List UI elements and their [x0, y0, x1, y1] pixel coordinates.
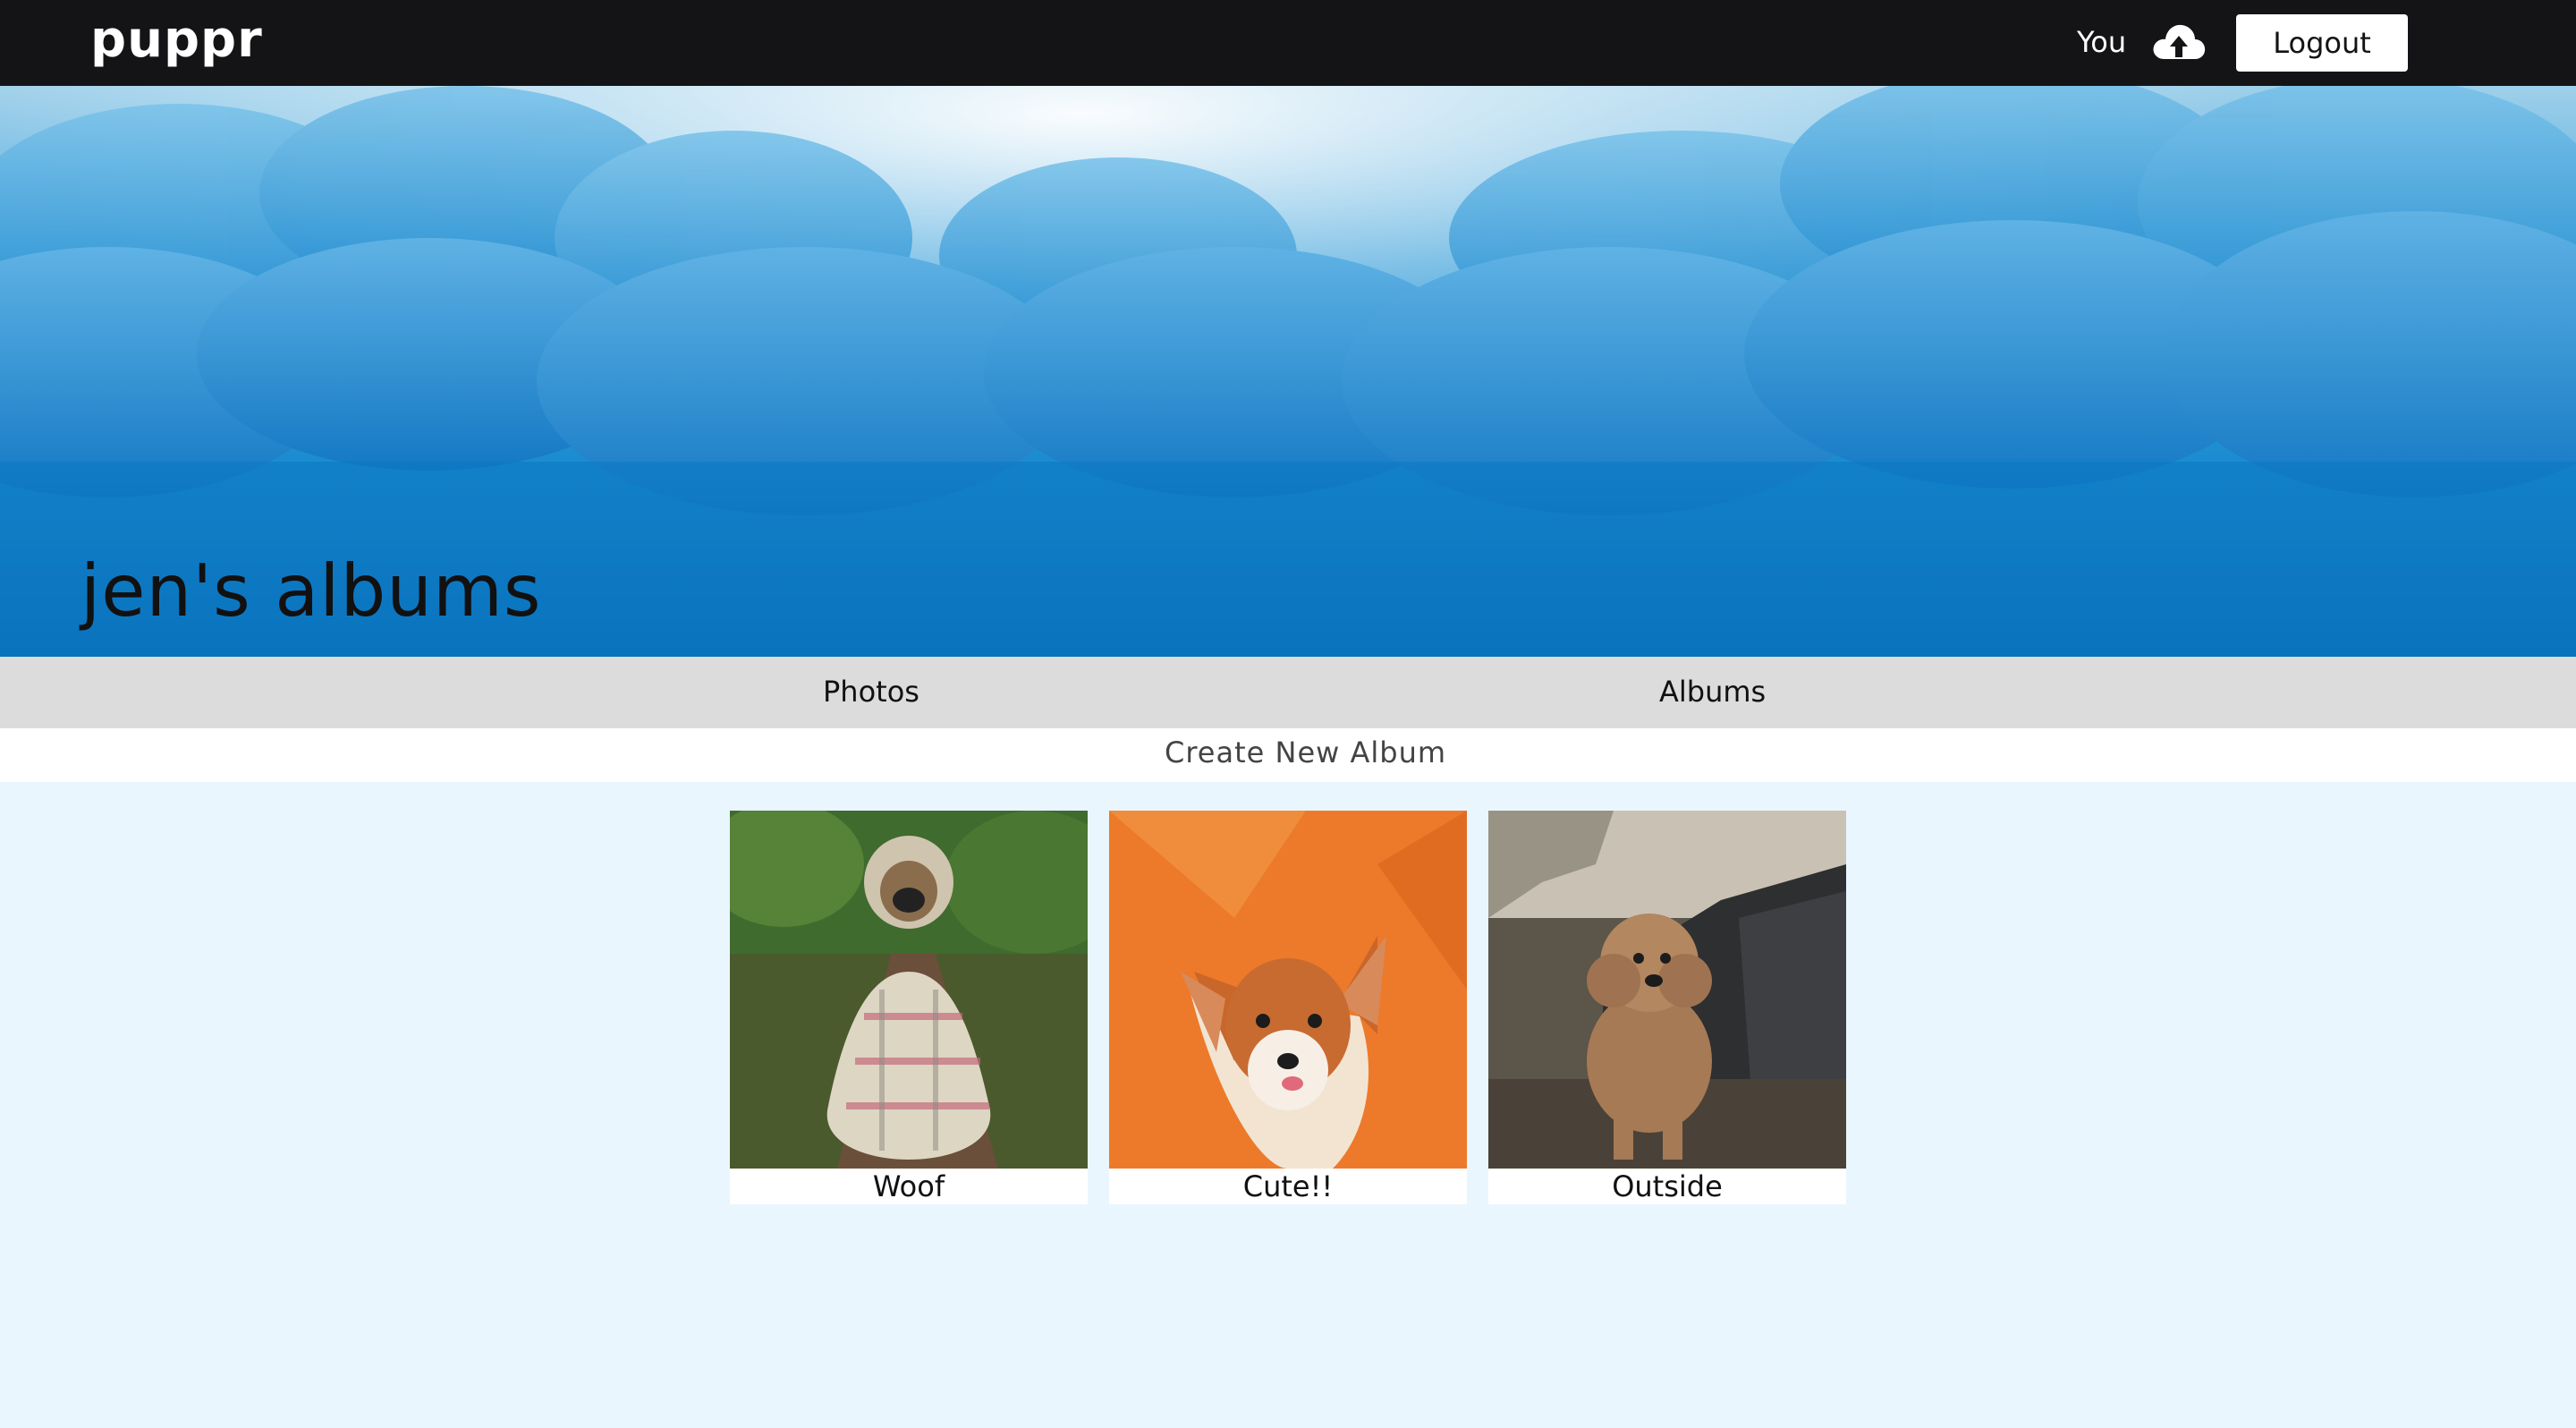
album-card[interactable]: Woof: [730, 811, 1088, 1204]
album-title: Outside: [1612, 1169, 1723, 1203]
hero-banner: jen's albums: [0, 86, 2576, 657]
logo[interactable]: puppr: [90, 11, 263, 69]
album-card[interactable]: Cute!!: [1109, 811, 1467, 1204]
create-album-bar: Create New Album: [0, 728, 2576, 782]
create-new-album-link[interactable]: Create New Album: [1165, 735, 1446, 769]
album-title: Cute!!: [1242, 1169, 1334, 1203]
logout-button[interactable]: Logout: [2236, 14, 2408, 72]
album-thumbnail[interactable]: [1109, 811, 1467, 1169]
album-card[interactable]: Outside: [1488, 811, 1846, 1204]
album-thumbnail[interactable]: [730, 811, 1088, 1169]
tab-photos[interactable]: Photos: [823, 675, 919, 709]
album-thumbnail[interactable]: [1488, 811, 1846, 1169]
album-title: Woof: [872, 1169, 945, 1203]
nav-you-link[interactable]: You: [2077, 25, 2126, 59]
tab-albums[interactable]: Albums: [1659, 675, 1766, 709]
top-navbar: puppr You Logout: [0, 0, 2576, 86]
page-title: jen's albums: [80, 549, 542, 633]
profile-tabs: Photos Albums: [0, 657, 2576, 728]
cloud-upload-icon[interactable]: [2150, 20, 2207, 64]
